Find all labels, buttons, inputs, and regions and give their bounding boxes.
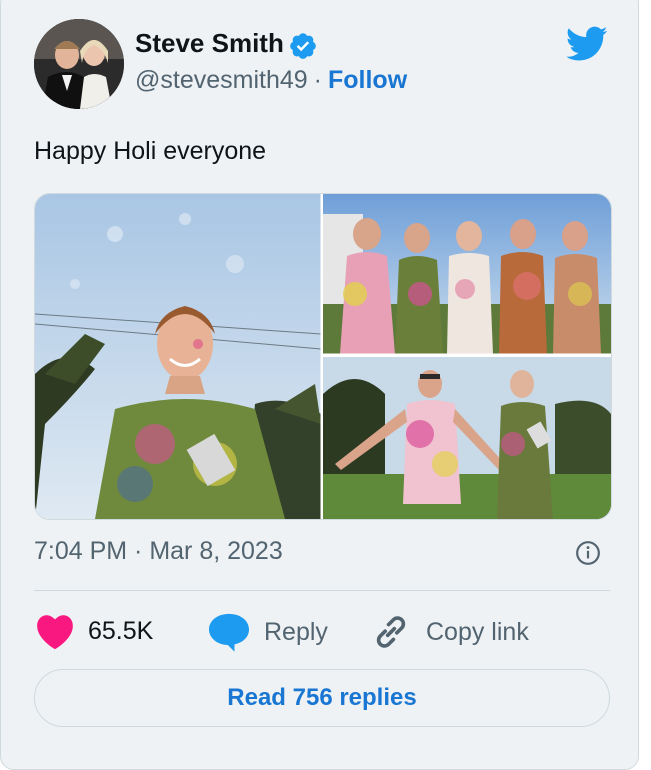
twitter-bird-icon[interactable] xyxy=(566,26,608,62)
tweet-text: Happy Holi everyone xyxy=(34,137,267,165)
verified-badge-icon xyxy=(290,33,316,59)
copy-link-button[interactable]: Copy link xyxy=(368,612,529,652)
author-handle-row: @stevesmith49 · Follow xyxy=(135,66,407,95)
avatar-photo xyxy=(34,19,124,109)
author-name[interactable]: Steve Smith xyxy=(135,28,284,59)
tweet-timestamp[interactable]: 7:04 PM · Mar 8, 2023 xyxy=(34,537,283,566)
likes-count: 65.5K xyxy=(88,616,154,645)
read-replies-button[interactable]: Read 756 replies xyxy=(34,669,610,727)
photo-2[interactable] xyxy=(323,194,611,354)
follow-link[interactable]: Follow xyxy=(328,66,407,94)
like-button[interactable]: 65.5K xyxy=(34,612,153,650)
reply-label: Reply xyxy=(264,617,328,646)
reply-bubble-icon xyxy=(209,613,249,652)
heart-icon xyxy=(37,615,73,650)
media-grid xyxy=(34,193,612,520)
link-icon xyxy=(376,616,406,648)
author-handle[interactable]: @stevesmith49 xyxy=(135,66,308,94)
photo-1[interactable] xyxy=(35,194,322,519)
avatar[interactable] xyxy=(34,19,124,109)
copy-link-label: Copy link xyxy=(426,617,529,646)
divider xyxy=(34,590,610,591)
photo-3[interactable] xyxy=(323,357,611,519)
reply-button[interactable]: Reply xyxy=(206,612,328,652)
info-icon[interactable] xyxy=(575,540,601,566)
separator-dot: · xyxy=(313,66,322,94)
